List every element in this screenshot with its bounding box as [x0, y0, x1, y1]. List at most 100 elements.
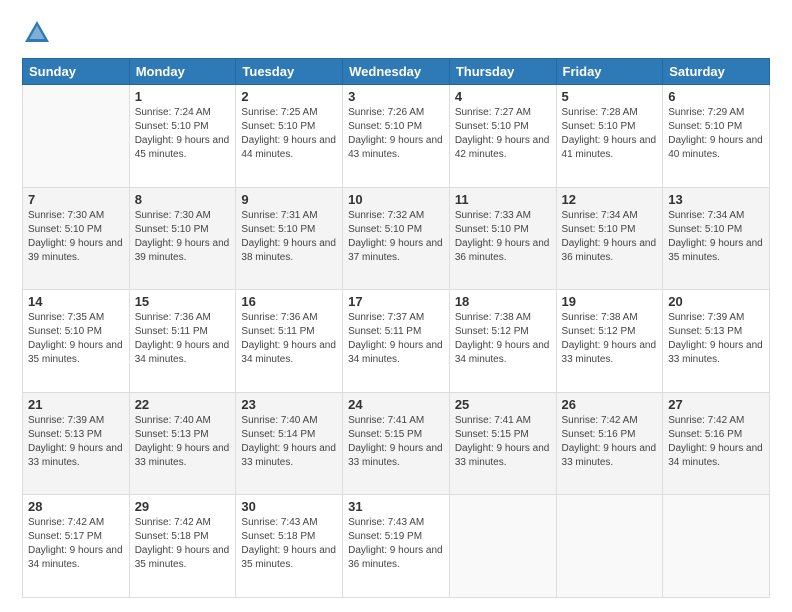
day-info: Sunrise: 7:29 AMSunset: 5:10 PMDaylight:… [668, 106, 764, 162]
day-info: Sunrise: 7:38 AMSunset: 5:12 PMDaylight:… [455, 311, 551, 367]
day-number: 6 [668, 89, 764, 104]
day-number: 10 [348, 192, 444, 207]
calendar-cell: 10Sunrise: 7:32 AMSunset: 5:10 PMDayligh… [343, 187, 450, 290]
day-info: Sunrise: 7:30 AMSunset: 5:10 PMDaylight:… [135, 209, 231, 265]
day-info: Sunrise: 7:40 AMSunset: 5:14 PMDaylight:… [241, 414, 337, 470]
calendar-cell: 17Sunrise: 7:37 AMSunset: 5:11 PMDayligh… [343, 290, 450, 393]
day-info: Sunrise: 7:38 AMSunset: 5:12 PMDaylight:… [562, 311, 658, 367]
day-number: 11 [455, 192, 551, 207]
calendar-cell: 13Sunrise: 7:34 AMSunset: 5:10 PMDayligh… [663, 187, 770, 290]
calendar-cell: 20 Sunrise: 7:39 AMSunset: 5:13 PMDayligh… [663, 290, 770, 393]
calendar-cell: 15Sunrise: 7:36 AMSunset: 5:11 PMDayligh… [129, 290, 236, 393]
header [22, 18, 770, 48]
day-number: 25 [455, 397, 551, 412]
weekday-header-saturday: Saturday [663, 59, 770, 85]
calendar-cell: 16 Sunrise: 7:36 AMSunset: 5:11 PMDayligh… [236, 290, 343, 393]
day-number: 28 [28, 499, 124, 514]
calendar-cell: 23 Sunrise: 7:40 AMSunset: 5:14 PMDayligh… [236, 392, 343, 495]
day-info: Sunrise: 7:31 AMSunset: 5:10 PMDaylight:… [241, 209, 337, 265]
calendar-cell [556, 495, 663, 598]
week-row-5: 28 Sunrise: 7:42 AMSunset: 5:17 PMDayligh… [23, 495, 770, 598]
day-number: 31 [348, 499, 444, 514]
day-number: 22 [135, 397, 231, 412]
day-number: 24 [348, 397, 444, 412]
calendar-cell: 25 Sunrise: 7:41 AMSunset: 5:15 PMDayligh… [449, 392, 556, 495]
weekday-header-wednesday: Wednesday [343, 59, 450, 85]
calendar-cell: 14Sunrise: 7:35 AMSunset: 5:10 PMDayligh… [23, 290, 130, 393]
day-number: 17 [348, 294, 444, 309]
day-info: Sunrise: 7:42 AMSunset: 5:16 PMDaylight:… [562, 414, 658, 470]
day-info: Sunrise: 7:39 AMSunset: 5:13 PMDaylight:… [28, 414, 124, 470]
day-number: 2 [241, 89, 337, 104]
day-number: 18 [455, 294, 551, 309]
calendar-cell: 29 Sunrise: 7:42 AMSunset: 5:18 PMDayligh… [129, 495, 236, 598]
calendar-cell: 28 Sunrise: 7:42 AMSunset: 5:17 PMDayligh… [23, 495, 130, 598]
day-number: 29 [135, 499, 231, 514]
day-info: Sunrise: 7:41 AMSunset: 5:15 PMDaylight:… [348, 414, 444, 470]
day-info: Sunrise: 7:42 AMSunset: 5:17 PMDaylight:… [28, 516, 124, 572]
day-number: 30 [241, 499, 337, 514]
calendar-cell: 30Sunrise: 7:43 AMSunset: 5:18 PMDayligh… [236, 495, 343, 598]
calendar-cell: 5 Sunrise: 7:28 AMSunset: 5:10 PMDaylight… [556, 85, 663, 188]
day-info: Sunrise: 7:36 AMSunset: 5:11 PMDaylight:… [135, 311, 231, 367]
day-number: 8 [135, 192, 231, 207]
week-row-1: 1 Sunrise: 7:24 AMSunset: 5:10 PMDaylight… [23, 85, 770, 188]
day-info: Sunrise: 7:28 AMSunset: 5:10 PMDaylight:… [562, 106, 658, 162]
logo-icon [22, 18, 52, 48]
weekday-header-sunday: Sunday [23, 59, 130, 85]
day-number: 14 [28, 294, 124, 309]
day-info: Sunrise: 7:39 AMSunset: 5:13 PMDaylight:… [668, 311, 764, 367]
logo [22, 18, 56, 48]
day-number: 4 [455, 89, 551, 104]
day-number: 21 [28, 397, 124, 412]
calendar-cell: 7Sunrise: 7:30 AMSunset: 5:10 PMDaylight… [23, 187, 130, 290]
calendar-cell [663, 495, 770, 598]
calendar-cell: 21 Sunrise: 7:39 AMSunset: 5:13 PMDayligh… [23, 392, 130, 495]
day-info: Sunrise: 7:27 AMSunset: 5:10 PMDaylight:… [455, 106, 551, 162]
calendar-cell: 8 Sunrise: 7:30 AMSunset: 5:10 PMDaylight… [129, 187, 236, 290]
day-info: Sunrise: 7:24 AMSunset: 5:10 PMDaylight:… [135, 106, 231, 162]
calendar-cell [23, 85, 130, 188]
calendar-cell: 24 Sunrise: 7:41 AMSunset: 5:15 PMDayligh… [343, 392, 450, 495]
day-info: Sunrise: 7:33 AMSunset: 5:10 PMDaylight:… [455, 209, 551, 265]
weekday-header-row: SundayMondayTuesdayWednesdayThursdayFrid… [23, 59, 770, 85]
calendar-cell [449, 495, 556, 598]
week-row-4: 21 Sunrise: 7:39 AMSunset: 5:13 PMDayligh… [23, 392, 770, 495]
day-info: Sunrise: 7:25 AMSunset: 5:10 PMDaylight:… [241, 106, 337, 162]
weekday-header-friday: Friday [556, 59, 663, 85]
calendar-cell: 18 Sunrise: 7:38 AMSunset: 5:12 PMDayligh… [449, 290, 556, 393]
day-number: 16 [241, 294, 337, 309]
day-number: 13 [668, 192, 764, 207]
calendar-cell: 1 Sunrise: 7:24 AMSunset: 5:10 PMDaylight… [129, 85, 236, 188]
calendar-cell: 2 Sunrise: 7:25 AMSunset: 5:10 PMDaylight… [236, 85, 343, 188]
day-info: Sunrise: 7:42 AMSunset: 5:18 PMDaylight:… [135, 516, 231, 572]
calendar-cell: 12Sunrise: 7:34 AMSunset: 5:10 PMDayligh… [556, 187, 663, 290]
calendar-cell: 26Sunrise: 7:42 AMSunset: 5:16 PMDayligh… [556, 392, 663, 495]
week-row-2: 7Sunrise: 7:30 AMSunset: 5:10 PMDaylight… [23, 187, 770, 290]
day-number: 5 [562, 89, 658, 104]
calendar-cell: 27 Sunrise: 7:42 AMSunset: 5:16 PMDayligh… [663, 392, 770, 495]
calendar-cell: 22 Sunrise: 7:40 AMSunset: 5:13 PMDayligh… [129, 392, 236, 495]
day-info: Sunrise: 7:40 AMSunset: 5:13 PMDaylight:… [135, 414, 231, 470]
weekday-header-monday: Monday [129, 59, 236, 85]
day-info: Sunrise: 7:36 AMSunset: 5:11 PMDaylight:… [241, 311, 337, 367]
day-number: 1 [135, 89, 231, 104]
calendar-page: SundayMondayTuesdayWednesdayThursdayFrid… [0, 0, 792, 612]
day-info: Sunrise: 7:42 AMSunset: 5:16 PMDaylight:… [668, 414, 764, 470]
day-number: 12 [562, 192, 658, 207]
calendar-cell: 4 Sunrise: 7:27 AMSunset: 5:10 PMDaylight… [449, 85, 556, 188]
day-number: 23 [241, 397, 337, 412]
day-number: 27 [668, 397, 764, 412]
day-info: Sunrise: 7:43 AMSunset: 5:19 PMDaylight:… [348, 516, 444, 572]
weekday-header-tuesday: Tuesday [236, 59, 343, 85]
day-number: 20 [668, 294, 764, 309]
calendar-cell: 9 Sunrise: 7:31 AMSunset: 5:10 PMDaylight… [236, 187, 343, 290]
day-number: 3 [348, 89, 444, 104]
calendar-cell: 3 Sunrise: 7:26 AMSunset: 5:10 PMDaylight… [343, 85, 450, 188]
calendar-cell: 11 Sunrise: 7:33 AMSunset: 5:10 PMDayligh… [449, 187, 556, 290]
day-info: Sunrise: 7:26 AMSunset: 5:10 PMDaylight:… [348, 106, 444, 162]
day-info: Sunrise: 7:41 AMSunset: 5:15 PMDaylight:… [455, 414, 551, 470]
calendar-table: SundayMondayTuesdayWednesdayThursdayFrid… [22, 58, 770, 598]
weekday-header-thursday: Thursday [449, 59, 556, 85]
day-number: 9 [241, 192, 337, 207]
